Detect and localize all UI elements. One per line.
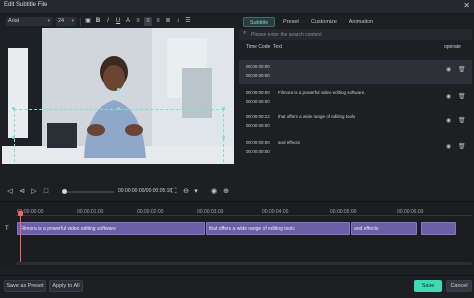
italic-icon[interactable]: I xyxy=(104,17,112,26)
tab-subtitle[interactable]: Subtitle xyxy=(243,17,275,27)
subtitle-row[interactable]: 00:00:00:00 00:00:00:00 ◉ 🗑 xyxy=(239,60,472,84)
search-box[interactable]: ⌕ xyxy=(239,29,472,40)
font-size-value: 24 xyxy=(58,18,65,24)
subtitle-row[interactable]: 00:00:00:22 00:00:00:00 that offers a wi… xyxy=(239,111,472,135)
chevron-down-icon: ▾ xyxy=(47,18,50,24)
subtitle-text: that offers a wide range of editing tool… xyxy=(278,114,356,119)
color-icon[interactable]: ▣ xyxy=(84,17,92,26)
stop-icon[interactable]: □ xyxy=(42,186,50,198)
progress-track[interactable] xyxy=(64,191,114,193)
fullscreen-icon[interactable]: ⛶ xyxy=(170,186,178,198)
list-header: Time Code Text operate xyxy=(239,43,472,52)
zoom-dropdown-icon[interactable]: ▾ xyxy=(192,186,200,198)
start-time: 00:00:00:00 xyxy=(246,90,270,95)
list-icon[interactable]: ☰ xyxy=(184,17,192,26)
start-time: 00:00:00:22 xyxy=(246,114,270,119)
tab-customize[interactable]: Customize xyxy=(307,17,341,27)
play-icon[interactable]: ▷ xyxy=(30,186,38,198)
eye-icon[interactable]: ◉ xyxy=(446,117,451,124)
playback-controls: ◁ ⊲ ▷ □ 00:00:00:00/00:00:05:16 ⛶ ⊖ ▾ ◉ … xyxy=(2,186,234,198)
progress-knob[interactable] xyxy=(62,189,67,194)
header-operate: operate xyxy=(444,44,461,50)
resize-handle[interactable] xyxy=(222,136,225,139)
search-icon: ⌕ xyxy=(243,30,247,36)
underline-icon[interactable]: U xyxy=(114,17,122,26)
add-icon[interactable]: ⊕ xyxy=(222,186,230,198)
subtitle-clip[interactable]: and effects xyxy=(351,222,417,235)
end-time: 00:00:00:00 xyxy=(246,123,270,128)
resize-handle[interactable] xyxy=(12,136,15,139)
subtitle-row[interactable]: 00:00:00:00 00:00:00:00 Filmora is a pow… xyxy=(239,87,472,111)
delete-icon[interactable]: 🗑 xyxy=(458,143,466,150)
delete-icon[interactable]: 🗑 xyxy=(458,117,466,124)
timecode: 00:00:00:00/00:00:05:16 xyxy=(118,188,173,194)
tab-animation[interactable]: Animation xyxy=(343,17,379,27)
save-as-preset-button[interactable]: Save as Preset xyxy=(4,280,46,292)
start-time: 00:00:00:00 xyxy=(246,140,270,145)
search-input[interactable] xyxy=(251,31,451,38)
align-center-icon[interactable]: ≡ xyxy=(144,17,152,26)
text-style-icon[interactable]: A xyxy=(124,17,132,26)
align-left-icon[interactable]: ≡ xyxy=(134,17,142,26)
end-time: 00:00:00:00 xyxy=(246,73,270,78)
eye-icon[interactable]: ◉ xyxy=(446,143,451,150)
font-family-select[interactable]: Arial ▾ xyxy=(6,17,52,26)
close-icon[interactable]: ✕ xyxy=(463,1,470,11)
tab-preset[interactable]: Preset xyxy=(277,17,305,27)
font-family-value: Arial xyxy=(8,18,20,24)
eye-icon[interactable]: ◉ xyxy=(446,66,451,73)
resize-handle[interactable] xyxy=(12,107,15,110)
subtitle-text: and effects xyxy=(278,140,300,145)
timeline[interactable]: T 00:00:00:00 00:00:01:00 00:00:02:00 00… xyxy=(0,201,474,269)
subtitle-text: Filmora is a powerful video editing soft… xyxy=(278,90,366,95)
subtitle-row[interactable]: 00:00:00:00 00:00:00:00 and effects ◉ 🗑 xyxy=(239,137,472,161)
eye-icon[interactable]: ◉ xyxy=(446,93,451,100)
timeline-scrollbar[interactable] xyxy=(16,262,472,265)
subtitle-panel: Subtitle Preset Customize Animation ⌕ Ti… xyxy=(239,15,472,199)
save-button[interactable]: Save xyxy=(414,280,442,292)
align-justify-icon[interactable]: ≣ xyxy=(164,17,172,26)
step-back-icon[interactable]: ⊲ xyxy=(18,186,26,198)
font-toolbar: Arial ▾ 24 ▾ ▣ B I U A ≡ ≡ ≡ ≣ ↕ ☰ xyxy=(2,15,234,29)
align-right-icon[interactable]: ≡ xyxy=(154,17,162,26)
text-track-icon: T xyxy=(5,226,9,232)
subtitle-clip[interactable]: Filmora is a powerful video editing soft… xyxy=(17,222,205,235)
subtitle-bounding-box[interactable] xyxy=(14,109,224,164)
window-title: Edit Subtitle File xyxy=(4,2,48,8)
previous-frame-icon[interactable]: ◁ xyxy=(6,186,14,198)
camera-icon[interactable]: ◉ xyxy=(210,186,218,198)
subtitle-clip[interactable]: that offers a wide range of editing tool… xyxy=(206,222,350,235)
spacing-icon[interactable]: ↕ xyxy=(174,17,182,26)
subtitle-clip[interactable] xyxy=(421,222,456,235)
end-time: 00:00:00:00 xyxy=(246,99,270,104)
apply-to-all-button[interactable]: Apply to All xyxy=(49,280,83,292)
header-text: Text xyxy=(273,44,283,50)
delete-icon[interactable]: 🗑 xyxy=(458,66,466,73)
zoom-icon[interactable]: ⊖ xyxy=(182,186,190,198)
rotate-handle[interactable] xyxy=(117,88,120,91)
font-size-select[interactable]: 24 ▾ xyxy=(56,17,76,26)
header-time-code: Time Code xyxy=(246,44,271,50)
cancel-button[interactable]: Cancel xyxy=(446,280,472,292)
chevron-down-icon: ▾ xyxy=(71,18,74,24)
divider xyxy=(80,18,81,26)
bold-icon[interactable]: B xyxy=(94,17,102,26)
start-time: 00:00:00:00 xyxy=(246,64,270,69)
delete-icon[interactable]: 🗑 xyxy=(458,93,466,100)
video-preview[interactable] xyxy=(2,28,234,164)
resize-handle[interactable] xyxy=(222,107,225,110)
timeline-ruler[interactable] xyxy=(16,215,472,217)
bottom-bar: Save as Preset Apply to All Save Cancel xyxy=(0,275,474,298)
end-time: 00:00:00:00 xyxy=(246,149,270,154)
resize-handle[interactable] xyxy=(117,107,120,110)
playhead[interactable] xyxy=(20,216,21,264)
title-bar: Edit Subtitle File ✕ xyxy=(0,0,474,14)
